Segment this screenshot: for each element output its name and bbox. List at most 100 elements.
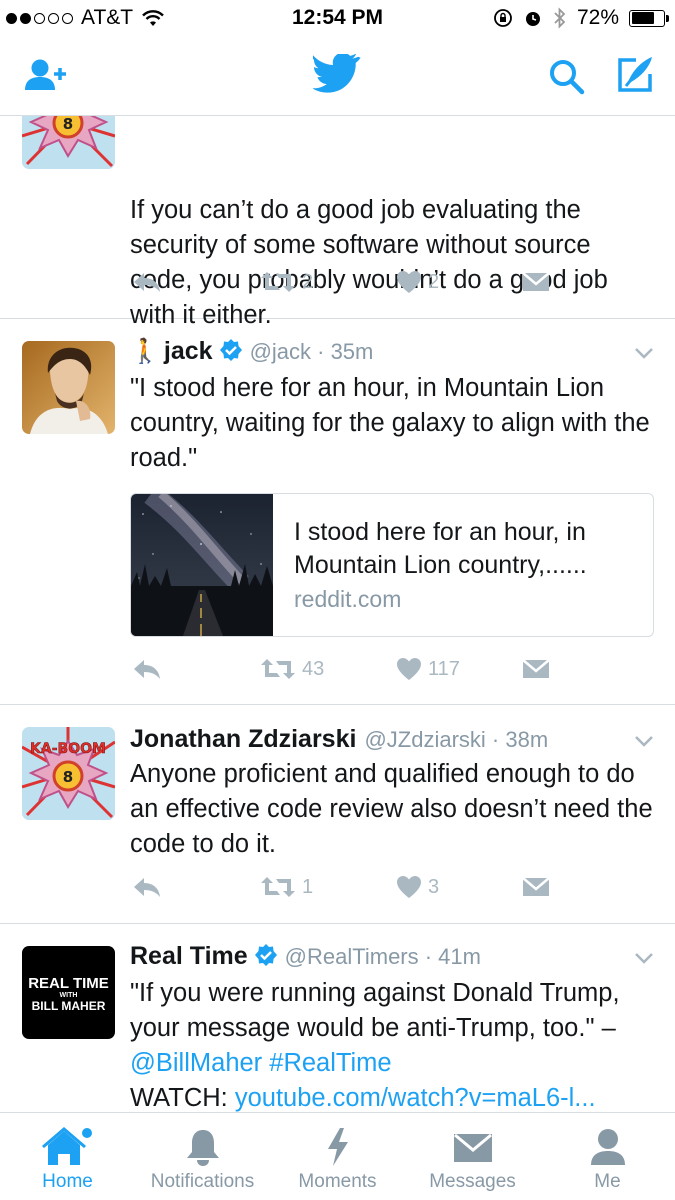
tweet-text: "I stood here for an hour, in Mountain L…: [130, 374, 650, 472]
author-handle[interactable]: @RealTimers · 41m: [285, 944, 481, 970]
author-name[interactable]: Jonathan Zdziarski: [130, 725, 356, 754]
reply-button[interactable]: [132, 875, 162, 899]
tweet-header: 🚶 jack @jack · 35m: [130, 337, 373, 366]
tweet-text-body: "If you were running against Donald Trum…: [130, 979, 620, 1042]
avatar-text-line2: WITH: [59, 992, 78, 999]
card-domain: reddit.com: [294, 586, 402, 612]
twitter-bird-icon[interactable]: [313, 54, 361, 94]
like-count: 3: [428, 875, 440, 898]
svg-text:8: 8: [63, 768, 73, 786]
like-count: 2: [428, 270, 440, 293]
direct-message-button[interactable]: [522, 875, 550, 899]
like-button[interactable]: 2: [396, 270, 439, 294]
reply-icon: [134, 660, 160, 679]
tweet-text: "If you were running against Donald Trum…: [130, 976, 655, 1112]
retweet-button[interactable]: 1: [260, 875, 313, 899]
battery-icon: [629, 9, 669, 27]
tweet-actions: 43 117: [130, 657, 550, 687]
reply-button[interactable]: [132, 270, 162, 294]
avatar[interactable]: 8 KA-BOOM: [22, 727, 115, 820]
card-image: [131, 494, 273, 636]
status-bar: AT&T 12:54 PM 72%: [0, 0, 675, 38]
tab-label: Moments: [298, 1171, 377, 1192]
retweet-icon: [261, 659, 295, 679]
reply-icon: [134, 273, 160, 292]
home-icon: [41, 1127, 92, 1165]
bell-icon: [186, 1130, 219, 1166]
verified-badge-icon: [254, 944, 277, 966]
mention-link[interactable]: @BillMaher: [130, 1049, 262, 1077]
rotation-lock-icon: [494, 9, 512, 27]
avatar[interactable]: 8 KA-BOOM: [22, 116, 115, 169]
direct-message-button[interactable]: [522, 657, 550, 681]
tweet-text: If you can’t do a good job evaluating th…: [130, 196, 608, 329]
verified-badge-icon: [219, 339, 242, 361]
svg-text:8: 8: [63, 116, 73, 133]
battery-percent: 72%: [576, 6, 619, 29]
chevron-down-icon[interactable]: [635, 735, 653, 747]
person-icon: [590, 1129, 625, 1165]
tweet-actions: 2 2: [130, 270, 550, 300]
author-name[interactable]: jack: [164, 337, 213, 366]
envelope-icon: [522, 877, 550, 896]
author-handle[interactable]: @jack · 35m: [250, 339, 374, 365]
tweet[interactable]: REAL TIME WITH BILL MAHER Real Time @Rea…: [0, 924, 675, 1112]
tab-label: Notifications: [150, 1171, 255, 1192]
card-title: I stood here for an hour, in Mountain Li…: [294, 518, 587, 579]
tab-notifications[interactable]: Notifications: [135, 1113, 270, 1200]
chevron-down-icon[interactable]: [635, 347, 653, 359]
heart-icon: [397, 658, 421, 680]
url-link[interactable]: youtube.com/watch?v=maL6-l...: [235, 1084, 596, 1112]
compose-tweet-icon[interactable]: [614, 54, 656, 96]
lightning-icon: [327, 1128, 348, 1166]
retweet-button[interactable]: 2: [260, 270, 313, 294]
hashtag-link[interactable]: #RealTime: [269, 1049, 391, 1077]
envelope-icon: [453, 1133, 492, 1162]
envelope-icon: [522, 659, 550, 678]
retweet-count: 2: [302, 270, 314, 293]
search-icon[interactable]: [548, 58, 586, 96]
avatar-text-line3: BILL MAHER: [31, 999, 106, 1013]
direct-message-button[interactable]: [522, 270, 550, 294]
tweet-header: Real Time @RealTimers · 41m: [130, 942, 481, 971]
author-handle[interactable]: @JZdziarski · 38m: [364, 727, 548, 753]
heart-icon: [397, 876, 421, 898]
avatar[interactable]: [22, 341, 115, 434]
tweet-header: Jonathan Zdziarski @JZdziarski · 38m: [130, 725, 548, 754]
author-name[interactable]: Real Time: [130, 942, 248, 971]
retweet-count: 43: [302, 657, 325, 680]
kaboom-text: KA-BOOM: [30, 741, 106, 757]
tab-moments[interactable]: Moments: [270, 1113, 405, 1200]
name-emoji: 🚶: [130, 338, 160, 365]
like-count: 117: [428, 657, 460, 680]
like-button[interactable]: 117: [396, 657, 460, 681]
tab-me[interactable]: Me: [540, 1113, 675, 1200]
top-nav-bar: [0, 38, 675, 116]
timeline-feed[interactable]: 8 KA-BOOM If you can’t do a good job eva…: [0, 116, 675, 1112]
avatar-text-line1: REAL TIME: [28, 975, 109, 992]
reply-button[interactable]: [132, 657, 162, 681]
tab-home[interactable]: Home: [0, 1113, 135, 1200]
tab-label: Home: [42, 1171, 93, 1192]
tweet-text: Anyone proficient and qualified enough t…: [130, 760, 653, 858]
bluetooth-icon: [554, 7, 566, 29]
tab-messages[interactable]: Messages: [405, 1113, 540, 1200]
watch-label: WATCH:: [130, 1084, 235, 1112]
tab-label: Messages: [429, 1171, 516, 1192]
link-card[interactable]: I stood here for an hour, in Mountain Li…: [130, 493, 654, 637]
tweet[interactable]: 🚶 jack @jack · 35m "I stood here for an …: [0, 319, 675, 705]
reply-icon: [134, 878, 160, 897]
envelope-icon: [522, 272, 550, 291]
alarm-icon: [525, 12, 540, 26]
retweet-icon: [261, 272, 295, 292]
like-button[interactable]: 3: [396, 875, 439, 899]
heart-icon: [397, 271, 421, 293]
bottom-tab-bar: Home Notifications Moments Messages Me: [0, 1112, 675, 1200]
retweet-icon: [261, 877, 295, 897]
add-user-icon[interactable]: [24, 58, 70, 94]
tweet[interactable]: 8 KA-BOOM Jonathan Zdziarski @JZdziarski…: [0, 705, 675, 924]
retweet-button[interactable]: 43: [260, 657, 324, 681]
avatar[interactable]: REAL TIME WITH BILL MAHER: [22, 946, 115, 1039]
chevron-down-icon[interactable]: [635, 952, 653, 964]
retweet-count: 1: [302, 875, 314, 898]
